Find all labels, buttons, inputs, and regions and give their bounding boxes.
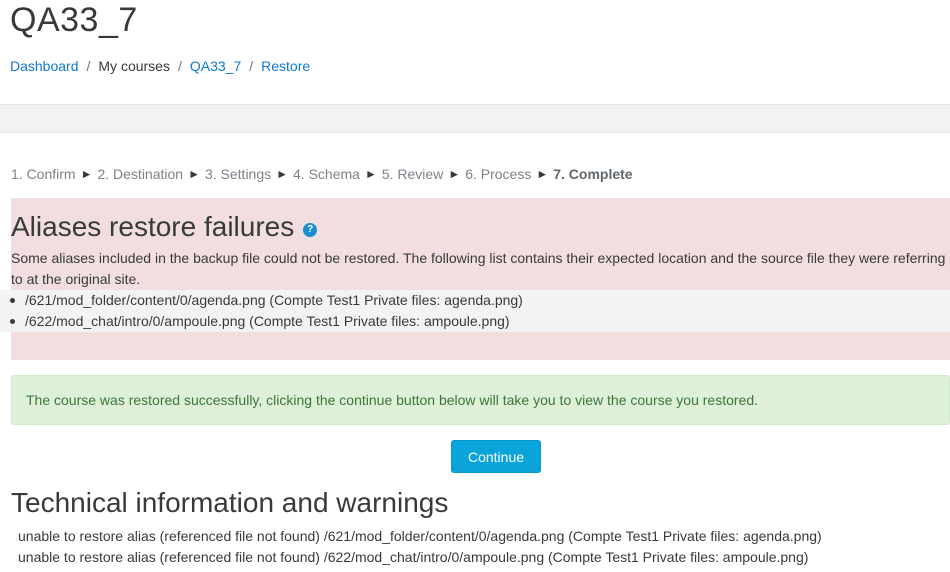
restore-success-alert: The course was restored successfully, cl… xyxy=(11,375,950,425)
technical-info-heading: Technical information and warnings xyxy=(11,487,449,518)
warning-line: unable to restore alias (referenced file… xyxy=(18,528,822,544)
progress-step-schema: 4. Schema xyxy=(293,166,360,182)
progress-arrow-icon: ► xyxy=(80,167,93,181)
breadcrumb-separator: / xyxy=(249,58,254,74)
aliases-failures-list: /621/mod_folder/content/0/agenda.png (Co… xyxy=(0,290,950,332)
breadcrumb-separator: / xyxy=(177,58,182,74)
progress-step-review: 5. Review xyxy=(381,166,444,182)
progress-step-destination: 2. Destination xyxy=(97,166,184,182)
page-title: QA33_7 xyxy=(10,1,138,39)
progress-arrow-icon: ► xyxy=(364,167,377,181)
list-item: /622/mod_chat/intro/0/ampoule.png (Compt… xyxy=(0,311,950,332)
question-circle-icon[interactable]: ? xyxy=(303,223,318,237)
progress-step-settings: 3. Settings xyxy=(204,166,272,182)
breadcrumb: Dashboard / My courses / QA33_7 / Restor… xyxy=(10,57,310,75)
technical-info-list: unable to restore alias (referenced file… xyxy=(18,526,822,568)
aliases-failures-heading: Aliases restore failures ? xyxy=(11,210,318,244)
aliases-restore-failures-box: Aliases restore failures ? Some aliases … xyxy=(0,198,950,360)
progress-step-complete: 7. Complete xyxy=(553,166,633,182)
progress-step-confirm: 1. Confirm xyxy=(11,166,76,182)
warning-line: unable to restore alias (referenced file… xyxy=(18,549,809,565)
breadcrumb-my-courses: My courses xyxy=(98,58,170,74)
breadcrumb-restore-link[interactable]: Restore xyxy=(261,57,310,75)
page-header-band xyxy=(0,104,950,133)
progress-step-process: 6. Process xyxy=(465,166,532,182)
progress-arrow-icon: ► xyxy=(448,167,461,181)
breadcrumb-separator: / xyxy=(86,58,91,74)
restore-progress-bar: 1. Confirm ► 2. Destination ► 3. Setting… xyxy=(11,165,633,183)
breadcrumb-course-link[interactable]: QA33_7 xyxy=(190,57,241,75)
continue-button[interactable]: Continue xyxy=(451,440,541,473)
aliases-failures-description: Some aliases included in the backup file… xyxy=(11,250,946,287)
list-item: /621/mod_folder/content/0/agenda.png (Co… xyxy=(0,290,950,311)
breadcrumb-dashboard-link[interactable]: Dashboard xyxy=(10,57,79,75)
aliases-failures-title: Aliases restore failures xyxy=(11,211,295,242)
progress-arrow-icon: ► xyxy=(536,167,549,181)
progress-arrow-icon: ► xyxy=(188,167,200,181)
progress-arrow-icon: ► xyxy=(276,167,289,181)
